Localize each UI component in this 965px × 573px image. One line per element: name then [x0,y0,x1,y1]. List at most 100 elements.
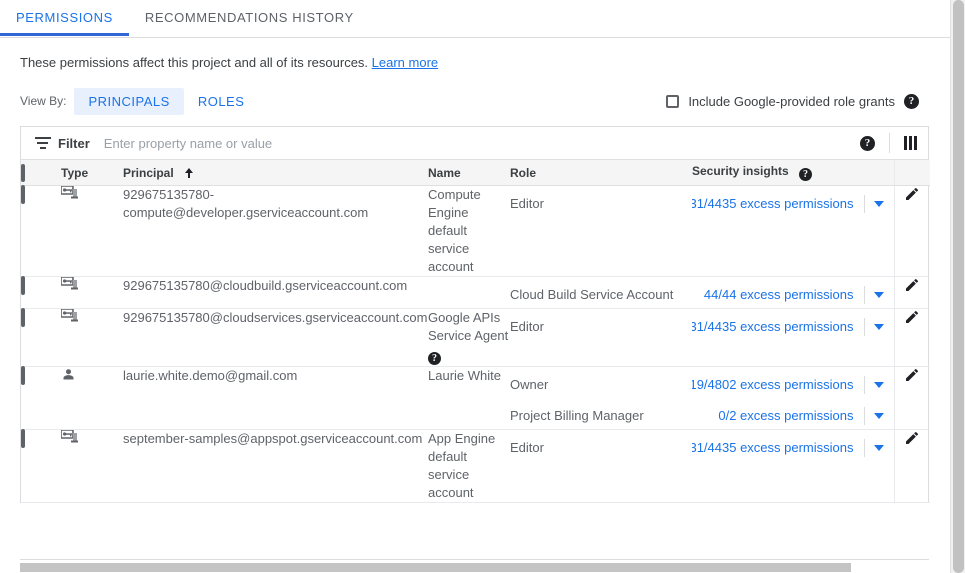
row-edit-cell [894,367,930,430]
row-type-cell [61,186,123,277]
row-type-cell [61,277,123,309]
include-google-grants-checkbox[interactable] [666,95,679,108]
select-all-header [21,160,61,186]
security-insight-row: 44/44 excess permissions [692,277,894,308]
chevron-down-icon[interactable] [874,413,884,419]
column-header-security-insights[interactable]: Security insights ? [692,160,894,186]
name-help-icon[interactable]: ? [428,352,441,365]
excess-permissions-link[interactable]: 4431/4435 excess permissions [692,313,854,340]
tab-permissions[interactable]: PERMISSIONS [0,0,129,36]
security-insights-help-icon[interactable]: ? [799,168,812,181]
horizontal-scrollbar-thumb[interactable] [20,563,851,572]
learn-more-link[interactable]: Learn more [372,55,438,70]
chevron-down-icon[interactable] [874,201,884,207]
table-head: Type Principal Name Role Security insigh… [21,160,930,186]
row-role-cell: Editor [510,186,692,277]
row-checkbox[interactable] [21,308,25,327]
tab-recommendations-history[interactable]: RECOMMENDATIONS HISTORY [129,0,370,36]
row-principal: 929675135780-compute@developer.gservicea… [123,186,428,277]
chevron-down-icon[interactable] [874,445,884,451]
table-header-row: Type Principal Name Role Security insigh… [21,160,930,186]
select-all-checkbox[interactable] [21,164,25,182]
column-header-principal[interactable]: Principal [123,160,428,186]
column-header-type[interactable]: Type [61,160,123,186]
filter-bar: Filter ? [21,127,928,160]
column-header-edit [894,160,930,186]
row-role-cell: Cloud Build Service Account [510,277,692,309]
person-icon [61,367,76,387]
include-google-grants-label: Include Google-provided role grants [688,94,895,109]
row-name-cell: Google APIs Service Agent ? [428,309,510,367]
table-row[interactable]: 929675135780-compute@developer.gservicea… [21,186,930,277]
insight-divider [864,439,865,457]
chevron-down-icon[interactable] [874,382,884,388]
security-insight-row: 4431/4435 excess permissions [692,430,894,461]
column-header-name[interactable]: Name [428,160,510,186]
columns-icon[interactable] [904,136,918,150]
insight-divider [864,318,865,336]
pencil-icon[interactable] [904,367,920,388]
security-insight-row: 0/2 excess permissions [692,398,894,429]
insight-divider [864,286,865,304]
chevron-down-icon[interactable] [874,292,884,298]
row-principal: laurie.white.demo@gmail.com [123,367,428,430]
row-role-cell: Editor [510,309,692,367]
filter-help-icon[interactable]: ? [860,136,875,151]
row-checkbox[interactable] [21,366,25,385]
row-checkbox[interactable] [21,429,25,448]
view-by-principals-button[interactable]: PRINCIPALS [74,88,183,115]
excess-permissions-link[interactable]: 4431/4435 excess permissions [692,434,854,461]
row-select-cell [21,367,61,430]
filter-icon [35,137,51,149]
pencil-icon[interactable] [904,430,920,451]
table-row[interactable]: laurie.white.demo@gmail.com Laurie White… [21,367,930,430]
horizontal-scrollbar[interactable] [20,562,929,573]
view-by-label: View By: [20,94,66,108]
view-by-row: View By: PRINCIPALS ROLES Include Google… [0,72,965,116]
service-account-icon [61,309,78,327]
row-principal: 929675135780@cloudbuild.gserviceaccount.… [123,277,428,309]
excess-permissions-link[interactable]: 4619/4802 excess permissions [692,371,854,398]
row-role-cell: Editor [510,430,692,503]
pencil-icon[interactable] [904,186,920,207]
insight-divider [864,407,865,425]
pencil-icon[interactable] [904,309,920,330]
name-help-wrap: ? [428,348,510,366]
include-google-grants-group: Include Google-provided role grants ? [666,94,919,109]
row-security-cell: 4431/4435 excess permissions [692,186,894,277]
excess-permissions-link[interactable]: 44/44 excess permissions [704,281,854,308]
security-insight-row: 4431/4435 excess permissions [692,309,894,340]
row-role-cell: Owner Project Billing Manager [510,367,692,430]
vertical-scrollbar[interactable] [950,0,965,573]
row-name: Google APIs Service Agent [428,310,508,343]
include-google-grants-help-icon[interactable]: ? [904,94,919,109]
filter-divider [889,133,890,153]
row-name [428,277,510,309]
service-account-icon [61,430,78,448]
column-header-principal-label: Principal [123,166,174,180]
role-label: Editor [510,309,692,340]
pencil-icon[interactable] [904,277,920,298]
service-account-icon [61,277,78,295]
row-checkbox[interactable] [21,185,25,204]
excess-permissions-link[interactable]: 0/2 excess permissions [718,402,853,429]
view-by-roles-button[interactable]: ROLES [184,88,259,115]
chevron-down-icon[interactable] [874,324,884,330]
service-account-icon [61,186,78,204]
vertical-scrollbar-thumb[interactable] [953,0,964,573]
table-row[interactable]: 929675135780@cloudbuild.gserviceaccount.… [21,277,930,309]
table-row[interactable]: 929675135780@cloudservices.gserviceaccou… [21,309,930,367]
table-row[interactable]: september-samples@appspot.gserviceaccoun… [21,430,930,503]
description-text: These permissions affect this project an… [20,55,368,70]
permissions-table: Type Principal Name Role Security insigh… [21,160,930,503]
card-bottom-divider [20,559,929,560]
filter-input[interactable] [104,136,860,151]
sort-ascending-icon[interactable] [185,167,194,178]
row-checkbox[interactable] [21,276,25,295]
role-label: Editor [510,186,692,217]
row-edit-cell [894,277,930,309]
row-select-cell [21,430,61,503]
insight-divider [864,376,865,394]
column-header-role[interactable]: Role [510,160,692,186]
excess-permissions-link[interactable]: 4431/4435 excess permissions [692,190,854,217]
